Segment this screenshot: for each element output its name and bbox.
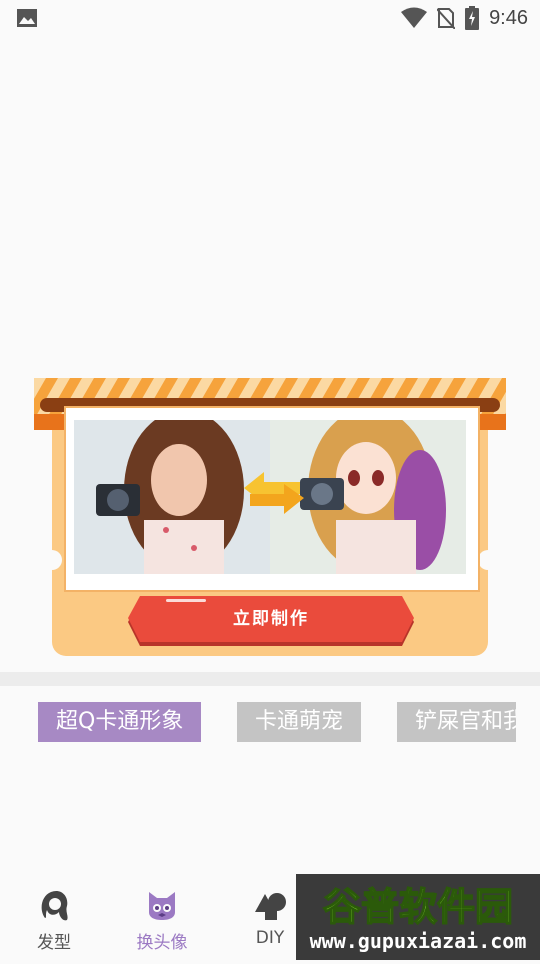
tag-super-q-cartoon[interactable]: 超Q卡通形象 <box>38 702 202 742</box>
nav-change-avatar[interactable]: 换头像 <box>122 888 202 953</box>
watermark-logo: 谷普软件园 www.gupuxiazai.com <box>310 884 527 953</box>
watermark: 谷普软件园 www.gupuxiazai.com <box>296 874 540 960</box>
category-tabs: 超Q卡通形象 卡通萌宠 铲屎官和我 <box>38 702 516 744</box>
image-icon <box>17 9 37 27</box>
nav-change-avatar-label: 换头像 <box>136 933 188 953</box>
real-photo <box>74 420 270 574</box>
svg-text:谷普软件园: 谷普软件园 <box>323 885 513 929</box>
wifi-icon <box>401 7 428 28</box>
ticket-notch-right <box>478 550 498 570</box>
ticket-notch-left <box>42 550 62 570</box>
cat-face-icon <box>149 892 175 920</box>
hair-icon <box>41 890 68 921</box>
battery-charging-icon <box>465 6 480 30</box>
svg-text:www.gupuxiazai.com: www.gupuxiazai.com <box>310 929 527 953</box>
before-after-frame <box>64 406 480 592</box>
nav-hair-label: 发型 <box>37 933 71 953</box>
make-now-button[interactable]: 立即制作 <box>126 596 416 648</box>
shapes-icon <box>255 893 286 920</box>
status-bar: 9:46 <box>0 0 540 36</box>
make-now-label: 立即制作 <box>233 609 309 629</box>
swap-arrows-icon <box>244 472 304 514</box>
cartoon-avatar-banner[interactable]: 立即制作 <box>34 378 506 658</box>
no-sim-icon <box>437 8 456 29</box>
clock: 9:46 <box>489 6 528 29</box>
tag-pet-owner-and-me[interactable]: 铲屎官和我 <box>397 702 516 742</box>
section-divider <box>0 672 540 686</box>
nav-hair[interactable]: 发型 <box>14 888 94 953</box>
tag-cartoon-pets[interactable]: 卡通萌宠 <box>237 702 362 742</box>
